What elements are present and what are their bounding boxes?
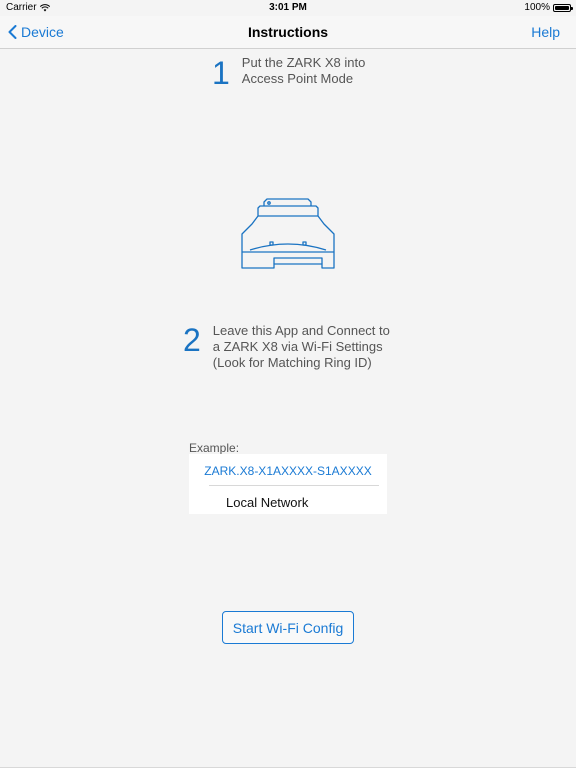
battery-indicator: 100% xyxy=(524,0,573,16)
step-text-line: Put the ZARK X8 into xyxy=(241,55,366,70)
example-label: Example: xyxy=(189,441,240,455)
step-1: 1 Put the ZARK X8 into Access Point Mode xyxy=(212,55,366,91)
battery-icon xyxy=(553,4,573,12)
step-text-line: a ZARK X8 via Wi-Fi Settings xyxy=(212,339,383,354)
battery-percent: 100% xyxy=(524,2,550,13)
divider xyxy=(209,485,379,486)
local-network-label: Local Network xyxy=(226,495,309,510)
step-instructions: Leave this App and Connect to a ZARK X8 … xyxy=(213,323,390,371)
navigation-bar: Device Instructions Help xyxy=(0,16,576,49)
start-wifi-config-button[interactable]: Start Wi-Fi Config xyxy=(222,611,354,644)
step-instructions: Put the ZARK X8 into Access Point Mode xyxy=(242,55,366,87)
example-wifi-list: ZARK.X8-X1AXXXX-S1AXXXX Local Network xyxy=(189,454,387,514)
step-2: 2 Leave this App and Connect to a ZARK X… xyxy=(183,323,390,371)
page-title: Instructions xyxy=(247,24,329,40)
status-bar: Carrier 3:01 PM 100% xyxy=(0,0,576,16)
step-number: 2 xyxy=(183,322,201,358)
example-network-name: ZARK.X8-X1AXXXX-S1AXXXX xyxy=(204,464,372,478)
help-button[interactable]: Help xyxy=(531,16,560,48)
step-number: 1 xyxy=(212,55,230,91)
zark-x8-device-icon xyxy=(241,198,335,269)
step-text-line: Leave this App and Connect to xyxy=(212,323,390,338)
step-text-line: (Look for Matching Ring ID) xyxy=(212,355,372,370)
step-text-line: Access Point Mode xyxy=(241,71,354,86)
clock: 3:01 PM xyxy=(269,2,307,13)
